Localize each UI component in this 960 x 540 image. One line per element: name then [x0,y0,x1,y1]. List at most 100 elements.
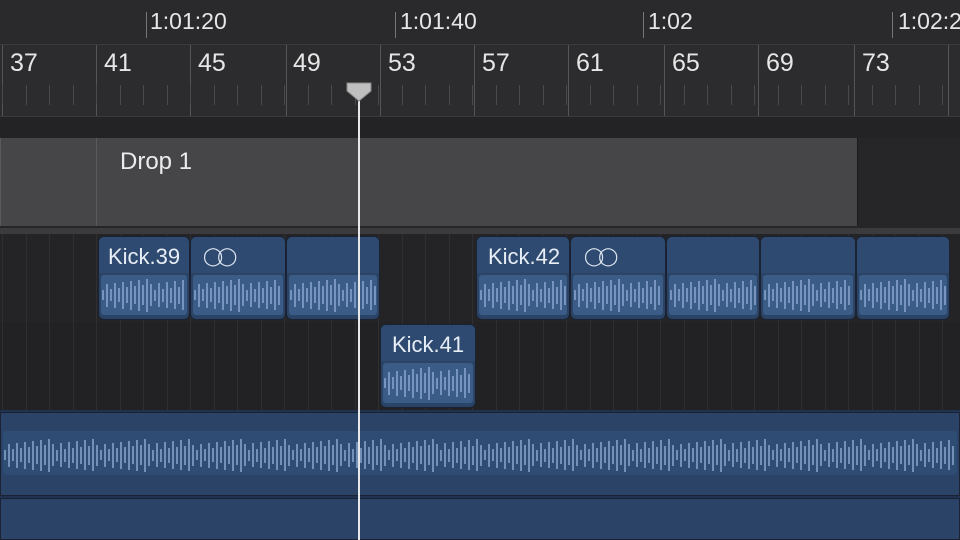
grid-line [2,234,3,322]
arrangement-marker-drop-1[interactable] [96,138,858,226]
waveform-sample [812,445,814,465]
waveform-sample [60,443,62,467]
bar-tick [948,45,949,117]
region-kick-42-loop[interactable] [760,236,856,320]
waveform-sample [828,282,830,308]
beat-tick [237,85,238,105]
waveform-sample [532,289,534,301]
waveform-sample [888,280,890,310]
beat-tick [872,85,873,105]
waveform-sample [484,283,486,307]
arrangement-block[interactable] [0,138,98,226]
bar-label: 41 [104,49,132,77]
waveform-sample [44,445,46,465]
waveform-sample [660,440,662,470]
waveform-sample [868,450,870,460]
loop-icon: ◯◯ [584,246,618,266]
waveform-sample [180,440,182,470]
waveform-sample [136,439,138,471]
waveform-sample [72,447,74,463]
waveform-sample [144,438,146,472]
waveform-sample [488,289,490,301]
waveform-sample [596,448,598,462]
waveform-sample [480,290,482,300]
waveform-sample [752,446,754,464]
waveform-sample [640,448,642,462]
waveform-sample [574,290,576,300]
marker-strip[interactable] [0,116,960,140]
waveform-sample [48,438,50,472]
region-kick-39-loop[interactable] [286,236,380,320]
waveform-sample [384,378,386,388]
waveform-sample [252,443,254,467]
waveform-sample [536,449,538,461]
waveform-sample [444,376,446,390]
waveform-sample [376,445,378,465]
bar-label: 45 [198,49,226,77]
waveform-sample [586,282,588,308]
waveform-sample [256,448,258,462]
waveform-sample [24,441,26,469]
waveform-sample [528,438,530,472]
region-audio-2[interactable] [0,498,960,540]
bar-label: 69 [766,49,794,77]
waveform-sample [668,439,670,471]
waveform-sample [464,368,466,398]
waveform-sample [698,280,700,310]
region-kick-42-loop[interactable] [666,236,760,320]
waveform-sample [302,282,304,308]
beat-tick [919,85,920,105]
grid-line [167,322,168,410]
waveform-sample [16,442,18,468]
beat-tick [73,85,74,105]
waveform-sample [92,439,94,471]
grid-line [284,322,285,410]
waveform-sample [754,285,756,305]
track-lane-kick-2[interactable] [0,322,960,410]
waveform-sample [524,278,526,312]
grid-line [143,322,144,410]
waveform-sample [780,288,782,302]
bar-label: 57 [482,49,510,77]
grid-line [96,234,97,322]
waveform-sample [262,287,264,303]
beat-tick [378,85,379,105]
playhead-line[interactable] [358,96,360,540]
grid-line [26,234,27,322]
beat-tick [496,85,497,105]
waveform [383,363,473,403]
waveform-sample [812,284,814,306]
waveform-sample [420,446,422,464]
waveform-sample [880,281,882,309]
waveform-sample [706,279,708,311]
waveform-sample [548,442,550,468]
grid-line [825,322,826,410]
waveform-sample [686,288,688,302]
waveform-sample [532,444,534,466]
waveform-sample [784,442,786,468]
grid-line [731,322,732,410]
playhead-icon[interactable] [346,82,372,102]
waveform-sample [198,283,200,307]
waveform-sample [948,440,950,470]
waveform-sample [130,280,132,310]
bar-tick [474,45,475,117]
waveform-sample [622,284,624,306]
waveform-sample [892,447,894,463]
waveform-sample [280,445,282,465]
region-kick-42-loop[interactable] [856,236,950,320]
region-audio[interactable] [0,412,960,496]
waveform-sample [412,368,414,398]
waveform-sample [610,279,612,311]
bar-ruler[interactable]: 37 41 45 49 53 57 61 65 69 73 [0,44,960,117]
waveform-sample [326,279,328,311]
waveform-sample [296,443,298,467]
time-ruler[interactable]: 1:01:20 1:01:40 1:02 1:02:2 [0,0,960,44]
waveform-sample [350,288,352,302]
beat-tick [190,85,191,105]
waveform-sample [590,288,592,302]
waveform-sample [876,288,878,302]
waveform-sample [468,373,470,393]
waveform-sample [702,286,704,304]
waveform-sample [400,376,402,390]
